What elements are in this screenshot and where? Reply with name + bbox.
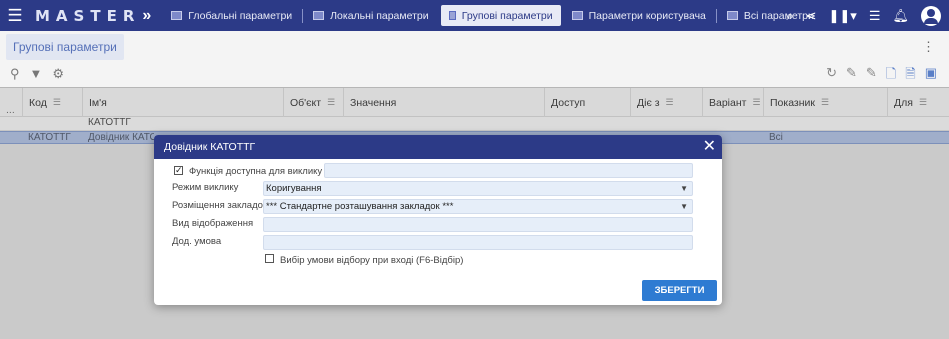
- expand-chevron-icon[interactable]: »: [142, 7, 151, 25]
- brand-logo: MASTER: [35, 6, 141, 25]
- filter-icon[interactable]: ▼: [30, 66, 43, 82]
- monitor-icon[interactable]: ▣: [925, 65, 937, 87]
- call-mode-select[interactable]: Коригування ▼: [263, 181, 693, 196]
- tab-icon: [171, 11, 183, 20]
- dialog-title: Довідник КАТОТТГ: [154, 135, 722, 159]
- tab-placement-select[interactable]: *** Стандартне розташування закладок ***…: [263, 199, 693, 214]
- extra-condition-field[interactable]: [263, 235, 693, 250]
- call-mode-label: Режим виклику: [172, 182, 239, 193]
- view-label: Вид відображення: [172, 218, 254, 229]
- call-enabled-checkbox[interactable]: ✓: [174, 166, 183, 175]
- grid-toolbar: ⚲ ▼ ⚙ ↻ ✎ ✎ 🗋 🗎 ▣: [0, 63, 949, 87]
- bell-icon[interactable]: 🔔︎: [892, 8, 909, 24]
- edit-icon[interactable]: ✎: [866, 65, 877, 87]
- tab-global-params[interactable]: Глобальні параметри: [163, 5, 300, 26]
- save-button[interactable]: ЗБЕРЕГТИ: [642, 280, 717, 301]
- select-on-enter-label: Вибір умови відбору при вході (F6-Відбір…: [280, 255, 464, 266]
- zoom-search-icon[interactable]: ⚲: [10, 66, 20, 82]
- refresh-icon[interactable]: ↻: [826, 65, 837, 87]
- gear-icon[interactable]: ⚙: [52, 66, 64, 82]
- chevron-down-icon: ▼: [680, 202, 688, 211]
- call-enabled-field[interactable]: [324, 163, 693, 178]
- tab-icon: [571, 11, 583, 20]
- top-icons: ⌕ ⋖ ❚❚▾ ☰ 🔔︎: [786, 0, 941, 31]
- settings-sliders-icon[interactable]: ☰: [869, 8, 881, 24]
- pause-dropdown-icon[interactable]: ❚❚▾: [829, 8, 857, 24]
- catottg-dialog: Довідник КАТОТТГ ✕ ✓ Функція доступна дл…: [154, 135, 722, 305]
- extra-condition-label: Дод. умова: [172, 236, 222, 247]
- share-icon[interactable]: ⋖: [806, 8, 817, 24]
- search-icon[interactable]: ⌕: [786, 8, 793, 24]
- page-header: Групові параметри ⋮: [0, 31, 949, 63]
- top-navbar: ☰ MASTER » Глобальні параметри Локальні …: [0, 0, 949, 31]
- dialog-form: ✓ Функція доступна для виклику Режим вик…: [154, 159, 722, 305]
- tab-icon: [448, 11, 456, 20]
- select-on-enter-checkbox[interactable]: [265, 254, 274, 263]
- tab-icon: [313, 11, 325, 20]
- tab-placement-label: Розміщення закладок: [172, 200, 268, 211]
- tab-local-params[interactable]: Локальні параметри: [305, 5, 436, 26]
- close-icon[interactable]: ✕: [703, 137, 716, 157]
- tab-user-params[interactable]: Параметри користувача: [564, 5, 714, 26]
- tab-icon: [726, 11, 738, 20]
- more-vert-icon[interactable]: ⋮: [922, 39, 935, 55]
- avatar[interactable]: [921, 5, 941, 26]
- page-tab-group-params[interactable]: Групові параметри: [6, 34, 124, 60]
- chevron-down-icon: ▼: [680, 184, 688, 193]
- edit-underline-icon[interactable]: ✎: [846, 65, 857, 87]
- tab-group-params[interactable]: Групові параметри: [440, 5, 561, 26]
- document-icon[interactable]: 🗋: [886, 65, 896, 87]
- menu-icon[interactable]: ☰: [1, 6, 29, 26]
- view-field[interactable]: [263, 217, 693, 232]
- document-filled-icon[interactable]: 🗎: [905, 65, 915, 87]
- call-enabled-label: Функція доступна для виклику: [189, 166, 323, 177]
